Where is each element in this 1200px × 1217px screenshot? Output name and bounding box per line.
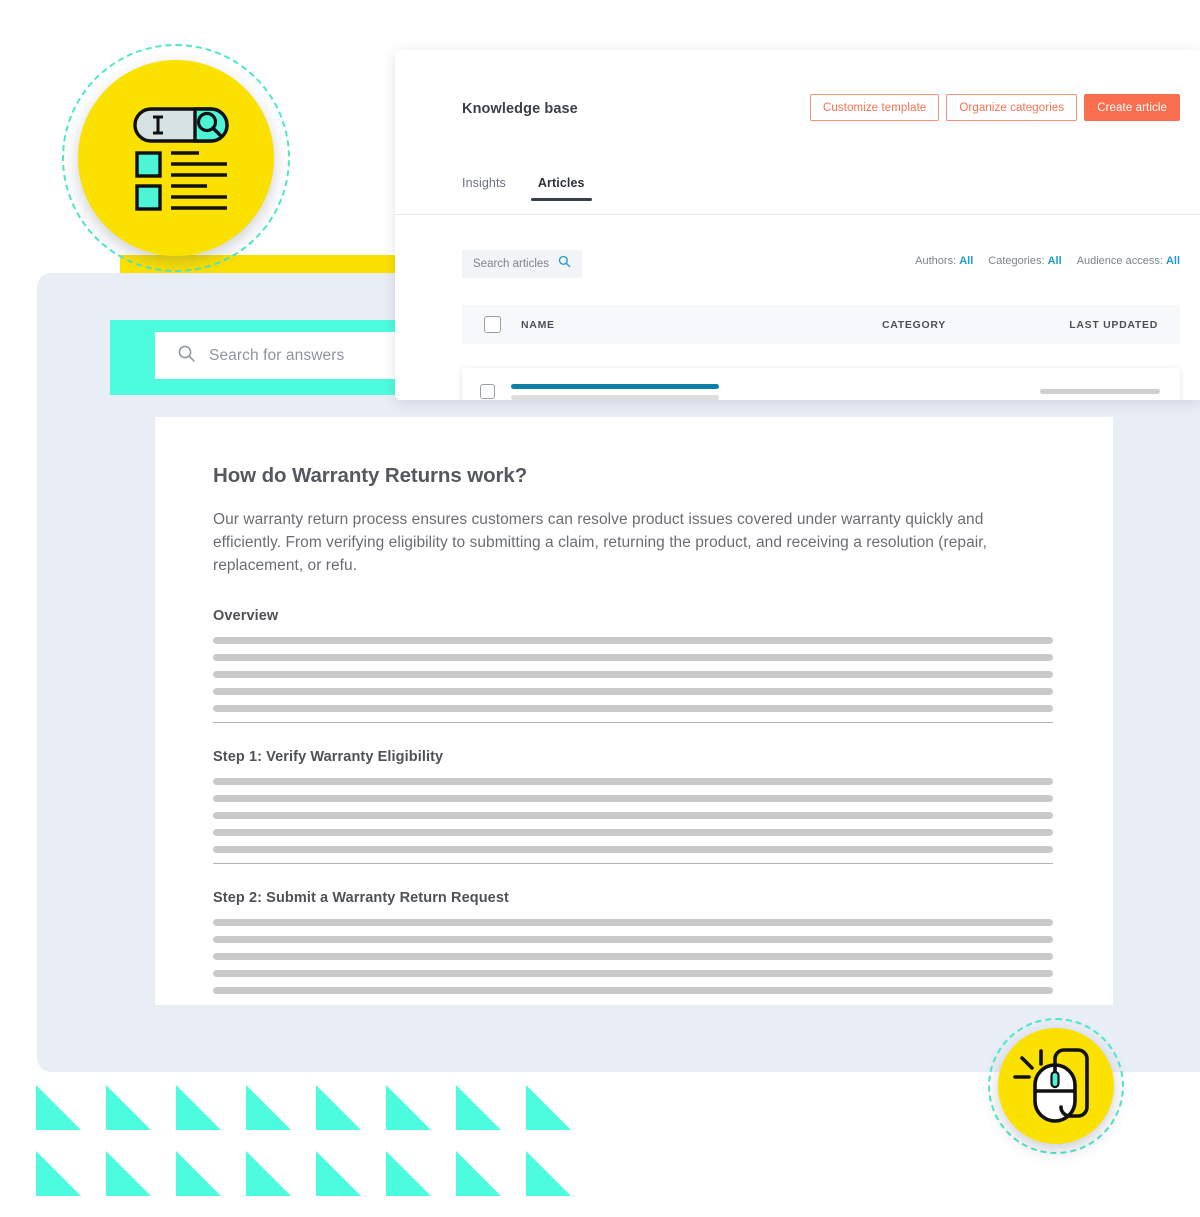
header-actions: Customize template Organize categories C… (809, 94, 1180, 121)
article-title: How do Warranty Returns work? (213, 464, 528, 487)
row-name-placeholder (511, 383, 719, 400)
article-section: Step 2: Submit a Warranty Return Request (213, 890, 1053, 994)
article-intro: Our warranty return process ensures cust… (213, 511, 987, 574)
search-icon (558, 255, 571, 273)
filter-row: Search articles Authors: All Categories:… (462, 250, 1180, 280)
row-checkbox[interactable] (480, 384, 495, 399)
search-for-answers-placeholder: Search for answers (209, 346, 345, 364)
filter-audience-access-label: Audience access: (1076, 255, 1163, 267)
table-header: NAME CATEGORY LAST UPDATED (462, 305, 1180, 344)
knowledge-base-header: Knowledge base Customize template Organi… (462, 94, 1200, 128)
tab-articles[interactable]: Articles (530, 176, 592, 201)
page-root: Search for answers How do Warranty Retur… (0, 0, 1200, 1200)
search-articles-input[interactable]: Search articles (462, 250, 583, 278)
create-article-button[interactable]: Create article (1084, 94, 1180, 121)
knowledge-base-badge (62, 44, 290, 272)
triangle-pattern (36, 1085, 571, 1217)
select-all-checkbox[interactable] (484, 316, 501, 333)
row-last-updated-placeholder (1040, 389, 1160, 394)
search-articles-placeholder: Search articles (473, 258, 550, 270)
organize-categories-button[interactable]: Organize categories (946, 94, 1078, 121)
section-heading: Step 2: Submit a Warranty Return Request (213, 890, 509, 906)
filter-categories-value: All (1047, 255, 1062, 267)
filter-categories[interactable]: Categories: All (988, 255, 1061, 267)
tab-bar: Insights Articles (462, 176, 592, 201)
filter-audience-access[interactable]: Audience access: All (1077, 255, 1180, 267)
page-title: Knowledge base (462, 101, 578, 117)
knowledge-base-card: Knowledge base Customize template Organi… (395, 50, 1200, 400)
search-icon (177, 344, 196, 368)
column-header-last-updated[interactable]: LAST UPDATED (1069, 319, 1158, 331)
section-heading: Overview (213, 608, 279, 624)
mouse-badge (988, 1018, 1124, 1154)
computer-mouse-icon (1013, 1048, 1089, 1123)
section-divider (213, 863, 1053, 864)
filter-categories-label: Categories: (988, 255, 1045, 267)
table-row[interactable] (462, 368, 1180, 400)
filter-audience-access-value: All (1165, 255, 1180, 267)
search-list-icon (133, 107, 229, 211)
article-section: Overview (213, 608, 1053, 712)
column-header-name[interactable]: NAME (521, 319, 555, 331)
triangle-row (36, 1085, 571, 1130)
filters: Authors: All Categories: All Audience ac… (915, 255, 1180, 267)
section-divider (213, 722, 1053, 723)
filter-authors[interactable]: Authors: All (915, 255, 973, 267)
tab-bar-divider (395, 214, 1200, 215)
filter-authors-value: All (959, 255, 974, 267)
tab-insights[interactable]: Insights (462, 176, 506, 201)
triangle-row (36, 1151, 571, 1196)
placeholder-lines (213, 637, 1053, 712)
placeholder-lines (213, 919, 1053, 994)
article-section: Step 1: Verify Warranty Eligibility (213, 749, 1053, 853)
placeholder-lines (213, 778, 1053, 853)
customize-template-button[interactable]: Customize template (809, 94, 940, 121)
section-heading: Step 1: Verify Warranty Eligibility (213, 749, 444, 765)
filter-authors-label: Authors: (915, 255, 957, 267)
article-card: How do Warranty Returns work? Our warran… (155, 417, 1113, 1005)
column-header-category[interactable]: CATEGORY (882, 319, 946, 331)
